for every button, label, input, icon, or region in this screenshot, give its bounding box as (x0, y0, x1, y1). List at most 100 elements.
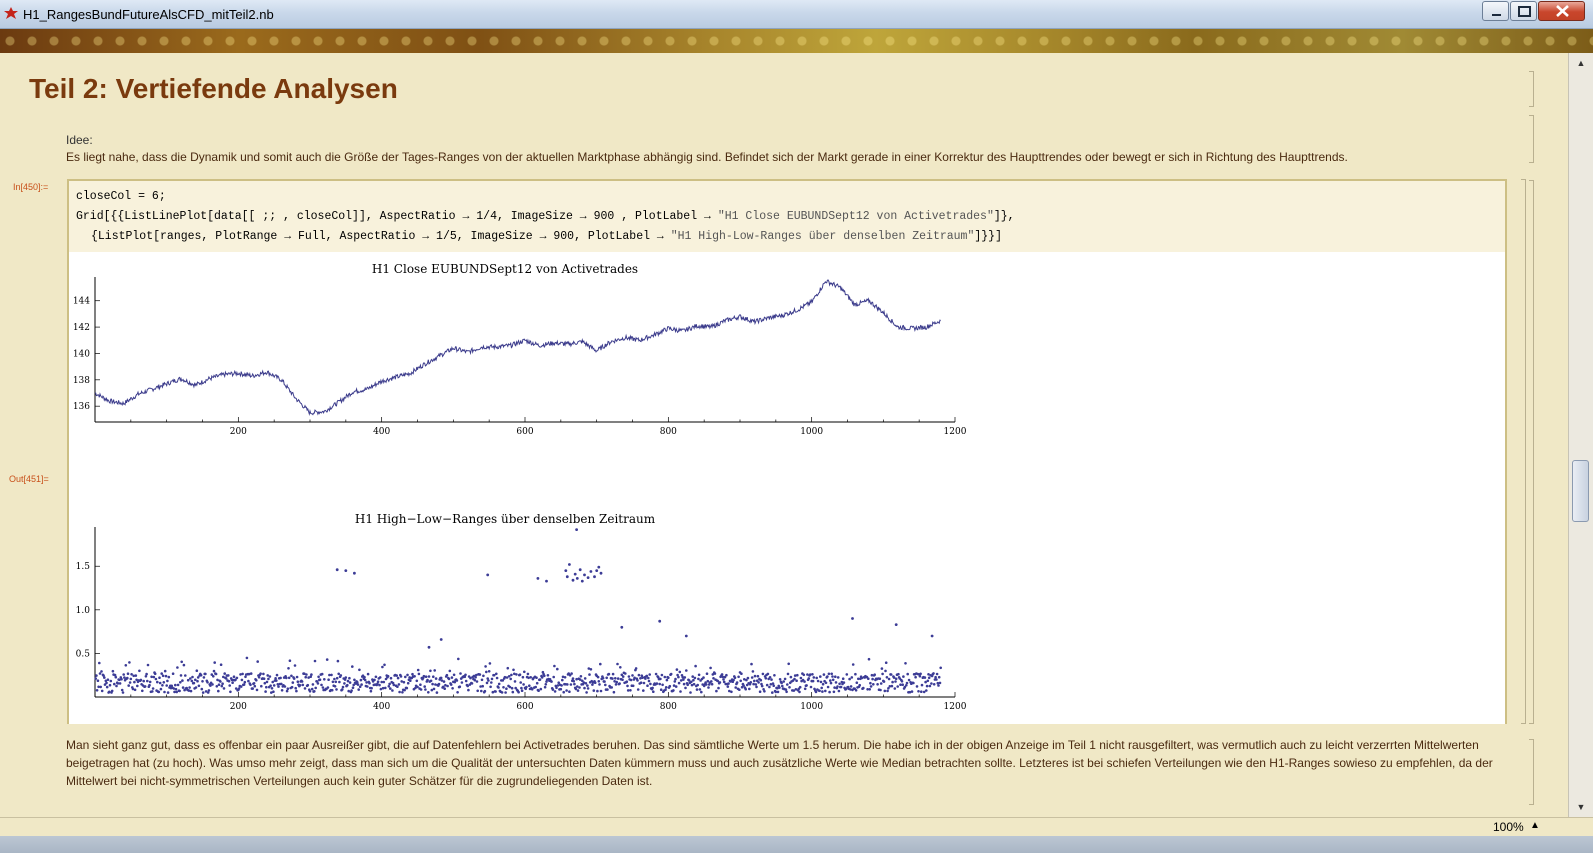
range-point (935, 672, 939, 676)
range-point (310, 687, 314, 691)
range-point (227, 679, 231, 683)
range-point (821, 690, 824, 693)
range-point (679, 690, 682, 693)
range-point (483, 689, 487, 693)
range-point (814, 690, 818, 694)
cell-bracket[interactable] (1529, 180, 1534, 724)
cell-bracket[interactable] (1529, 739, 1534, 805)
summary-text-line[interactable]: Man sieht ganz gut, dass es offenbar ein… (66, 738, 1479, 752)
range-point (161, 684, 164, 687)
range-point (907, 678, 911, 682)
summary-text-line[interactable]: beigetragen hat (zu hoch). Was umso mehr… (66, 756, 1493, 770)
range-point (886, 689, 889, 693)
range-point (445, 673, 449, 677)
plot-output[interactable]: H1 Close EUBUNDSept12 von Activetrades 20… (69, 252, 1505, 724)
range-point (448, 669, 452, 673)
range-point (799, 676, 803, 680)
range-point (115, 684, 118, 688)
range-point (389, 687, 392, 690)
range-point (818, 689, 821, 693)
range-point (343, 682, 346, 685)
range-point (335, 676, 339, 680)
summary-text-line[interactable]: Mittelwert bei nicht-symmetrischen Verte… (66, 774, 652, 788)
code-cell[interactable]: closeCol = 6; Grid[{{ListLinePlot[data[[… (67, 179, 1507, 724)
range-point (526, 672, 530, 676)
range-point (867, 677, 870, 680)
range-point (304, 675, 307, 679)
range-point (619, 666, 622, 669)
range-point (464, 679, 468, 683)
scroll-down-icon[interactable]: ▼ (1571, 799, 1591, 815)
close-button[interactable] (1538, 1, 1585, 21)
idea-text[interactable]: Es liegt nahe, dass die Dynamik und somi… (66, 150, 1348, 164)
range-point (213, 661, 216, 664)
range-point (637, 673, 641, 677)
range-point (494, 690, 497, 693)
range-point (434, 683, 437, 686)
range-point (603, 680, 606, 683)
range-point (280, 689, 284, 692)
range-point (520, 689, 524, 692)
idea-label[interactable]: Idee: (66, 133, 93, 147)
section-heading[interactable]: Teil 2: Vertiefende Analysen (29, 73, 398, 105)
range-point (751, 670, 755, 673)
range-point (586, 684, 589, 687)
range-point (94, 677, 97, 680)
range-point (382, 680, 386, 684)
range-point (285, 689, 289, 693)
range-point (738, 688, 741, 691)
range-point (275, 679, 278, 682)
ranges-chart: H1 High−Low−Ranges über denselben Zeitra… (76, 512, 967, 712)
scroll-thumb[interactable] (1572, 460, 1589, 522)
range-point (752, 682, 755, 686)
notebook-area[interactable]: Teil 2: Vertiefende Analysen Idee: Es li… (0, 53, 1568, 817)
range-point (660, 673, 664, 677)
cell-bracket[interactable] (1521, 179, 1526, 724)
cell-bracket[interactable] (1529, 71, 1534, 107)
scroll-up-icon[interactable]: ▲ (1571, 55, 1591, 71)
range-point (383, 663, 386, 667)
range-point (313, 690, 316, 693)
range-point (293, 664, 297, 667)
vertical-scrollbar[interactable]: ▲ ▼ (1568, 53, 1593, 817)
range-point (520, 686, 523, 690)
code-string: "H1 High-Low-Ranges über denselben Zeitr… (670, 230, 975, 243)
range-point (894, 677, 898, 681)
range-point (522, 683, 525, 686)
range-point (487, 679, 490, 682)
range-point (639, 681, 643, 684)
range-point (829, 681, 833, 685)
range-point (827, 672, 831, 676)
range-point (788, 686, 791, 689)
maximize-button[interactable] (1510, 1, 1537, 21)
range-point (809, 685, 813, 689)
range-point (423, 685, 427, 688)
zoom-level[interactable]: 100% (1493, 820, 1524, 834)
range-point (475, 680, 479, 683)
range-point (133, 680, 136, 684)
minimize-button[interactable] (1482, 1, 1509, 21)
range-point (157, 690, 161, 694)
maximize-icon (1518, 6, 1531, 17)
range-point (247, 679, 250, 683)
x-tick-label: 1000 (800, 702, 823, 712)
range-point (631, 684, 635, 688)
range-point (539, 687, 543, 691)
window-titlebar[interactable]: H1_RangesBundFutureAlsCFD_mitTeil2.nb (0, 0, 1593, 29)
range-point (350, 689, 353, 692)
range-point (263, 681, 267, 685)
range-point (508, 685, 512, 689)
range-point (290, 674, 293, 678)
range-point (129, 677, 133, 681)
range-point (274, 677, 277, 680)
code-input[interactable]: closeCol = 6; Grid[{{ListLinePlot[data[[… (69, 181, 1505, 252)
range-point (700, 690, 703, 694)
range-point (424, 675, 428, 678)
range-point (917, 690, 920, 693)
range-point (905, 684, 908, 687)
range-point (584, 682, 588, 685)
cell-bracket[interactable] (1529, 115, 1534, 163)
range-point (331, 680, 335, 684)
range-point (540, 676, 544, 679)
triangle-up-icon[interactable]: ▲ (1530, 820, 1540, 831)
